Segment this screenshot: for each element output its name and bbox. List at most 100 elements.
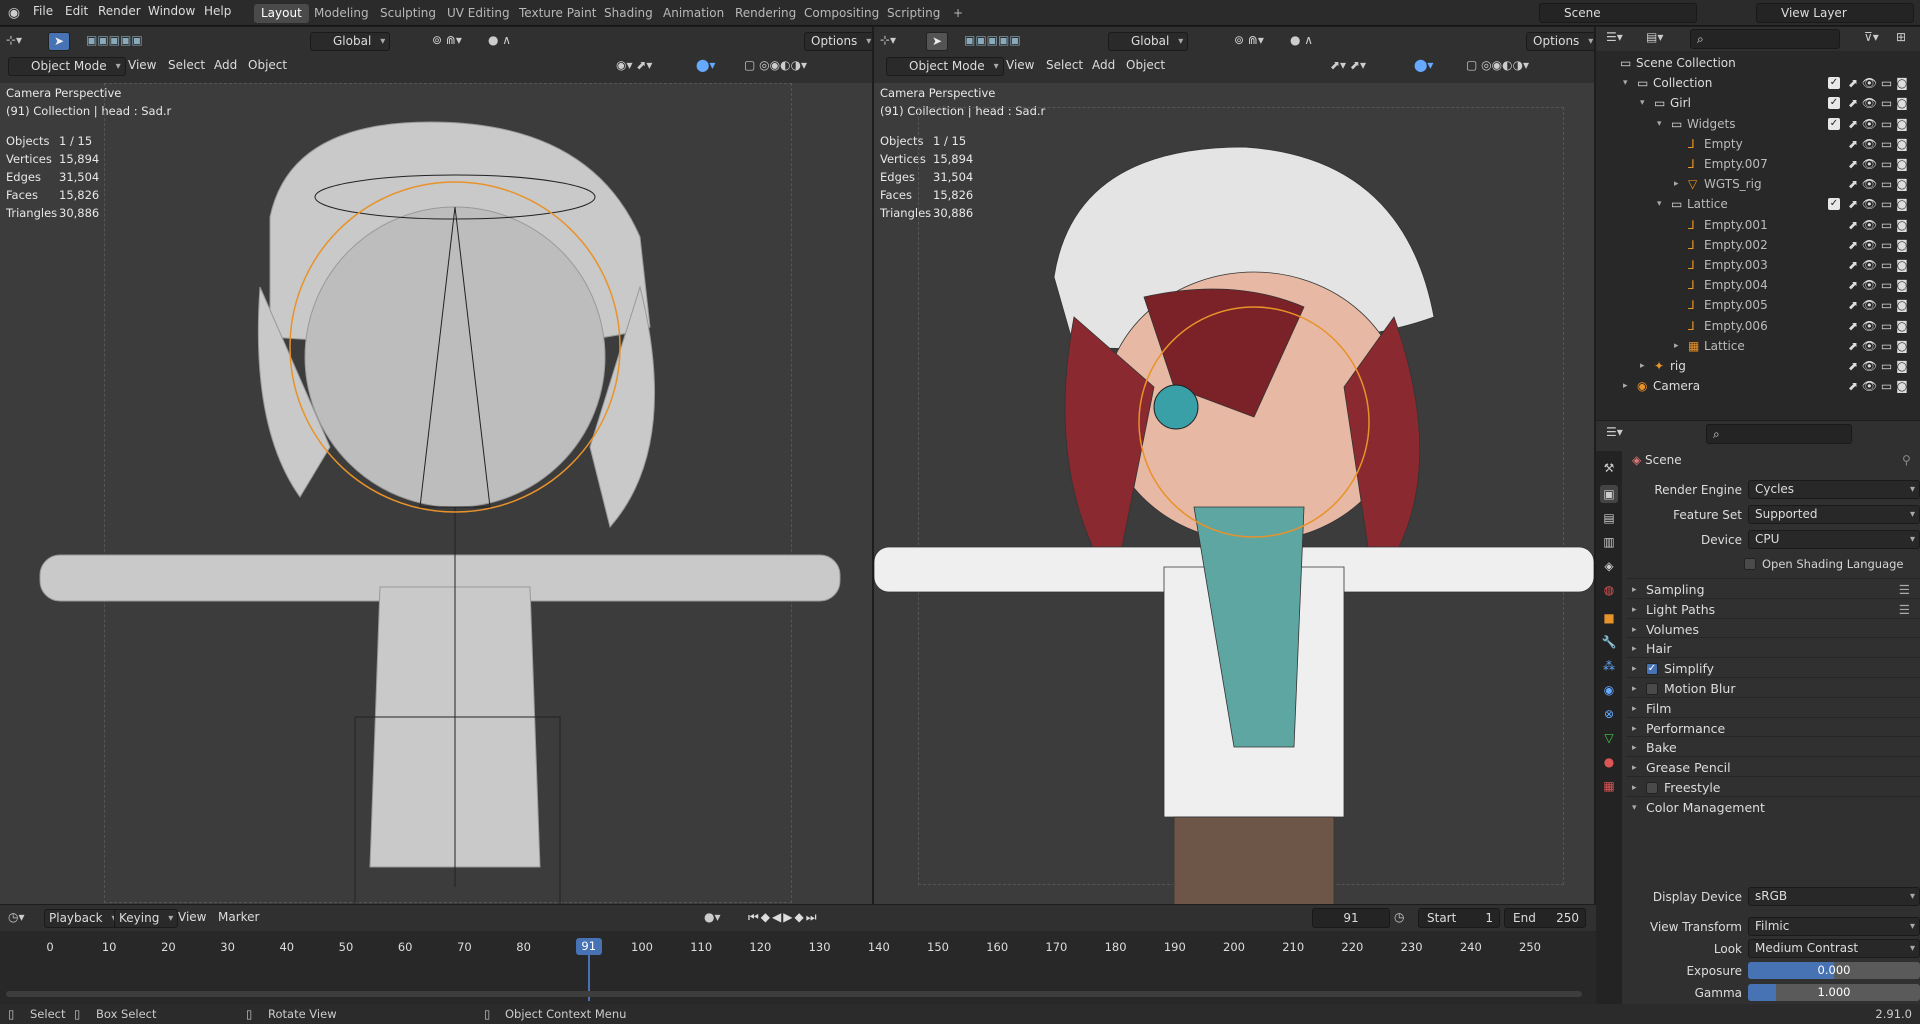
- visibility-toggles-icon[interactable]: ⬈ 👁 ▭ ◙: [1848, 114, 1908, 134]
- constraints-tab-icon[interactable]: ⊗: [1600, 705, 1618, 723]
- object-tab-icon[interactable]: ■: [1600, 609, 1618, 627]
- outliner-row[interactable]: ⅃ Empty.005 ⬈ 👁 ▭ ◙: [1596, 295, 1920, 315]
- tool-tab-icon[interactable]: ⚒: [1600, 459, 1618, 477]
- record-icon[interactable]: ●▾: [704, 909, 721, 928]
- outliner-item-name[interactable]: Empty: [1704, 134, 1743, 154]
- outliner-item-name[interactable]: Widgets: [1687, 114, 1736, 134]
- outliner-item-name[interactable]: Camera: [1653, 376, 1700, 396]
- current-frame-field[interactable]: 91: [1312, 908, 1390, 928]
- filter-icon[interactable]: ⊽▾: [1864, 30, 1879, 44]
- expand-down-icon[interactable]: ▾: [1623, 73, 1628, 93]
- world-tab-icon[interactable]: ◍: [1600, 581, 1618, 599]
- menu-view[interactable]: View: [178, 909, 206, 928]
- panel-enable-checkbox[interactable]: ✓: [1646, 663, 1658, 676]
- feature-set-dropdown[interactable]: Supported: [1748, 505, 1920, 524]
- tab-sculpting[interactable]: Sculpting: [373, 4, 443, 23]
- gamma-slider[interactable]: 1.000: [1748, 984, 1920, 1001]
- outliner-item-name[interactable]: Empty.002: [1704, 235, 1768, 255]
- visibility-toggles-icon[interactable]: ⬈ 👁 ▭ ◙: [1848, 174, 1908, 194]
- scene-selector[interactable]: Scene: [1539, 3, 1697, 23]
- panel-grease-pencil[interactable]: ▸ Grease Pencil: [1626, 756, 1920, 778]
- outliner-row[interactable]: ▭ Scene Collection: [1596, 53, 1920, 73]
- display-device-dropdown[interactable]: sRGB: [1748, 887, 1920, 906]
- outliner-row[interactable]: ⅃ Empty.004 ⬈ 👁 ▭ ◙: [1596, 275, 1920, 295]
- visibility-toggles-icon[interactable]: ⬈ 👁 ▭ ◙: [1848, 336, 1908, 356]
- playback-dropdown[interactable]: Playback: [44, 909, 122, 928]
- outliner-item-name[interactable]: WGTS_rig: [1704, 174, 1762, 194]
- exposure-slider[interactable]: 0.000: [1748, 962, 1920, 979]
- view-transform-dropdown[interactable]: Filmic: [1748, 917, 1920, 936]
- data-tab-icon[interactable]: ▽: [1600, 729, 1618, 747]
- panel-enable-checkbox[interactable]: [1646, 683, 1658, 695]
- panel-bake[interactable]: ▸ Bake: [1626, 736, 1920, 758]
- outliner-row[interactable]: ⅃ Empty ⬈ 👁 ▭ ◙: [1596, 134, 1920, 154]
- outliner-row[interactable]: ▾ ▭ Collection ✓ ⬈ 👁 ▭ ◙: [1596, 73, 1920, 93]
- outliner-item-name[interactable]: Empty.007: [1704, 154, 1768, 174]
- start-frame-field[interactable]: Start 1: [1418, 908, 1500, 928]
- panel-volumes[interactable]: ▸ Volumes: [1626, 617, 1920, 640]
- expand-down-icon[interactable]: ▾: [1640, 93, 1645, 113]
- outliner-item-name[interactable]: rig: [1670, 356, 1686, 376]
- exclude-checkbox[interactable]: ✓: [1828, 198, 1840, 211]
- blender-logo-icon[interactable]: ◉: [4, 3, 24, 23]
- editor-type-icon[interactable]: ◷▾: [8, 909, 25, 928]
- visibility-toggles-icon[interactable]: ⬈ 👁 ▭ ◙: [1848, 376, 1908, 396]
- outliner-row[interactable]: ⅃ Empty.006 ⬈ 👁 ▭ ◙: [1596, 316, 1920, 336]
- expand-right-icon[interactable]: ▸: [1640, 356, 1645, 376]
- outliner-item-name[interactable]: Empty.006: [1704, 316, 1768, 336]
- outliner-row[interactable]: ▾ ▭ Girl ✓ ⬈ 👁 ▭ ◙: [1596, 93, 1920, 113]
- viewport-left[interactable]: ⊹▾ ➤ ▣▣▣▣▣ Global ⊚ ⋒▾ ● ∧ Options Objec…: [0, 27, 872, 904]
- menu-file[interactable]: File: [33, 4, 53, 18]
- osl-checkbox[interactable]: [1744, 558, 1756, 570]
- panel-motion-blur[interactable]: ▸ Motion Blur: [1626, 677, 1920, 699]
- outliner-item-name[interactable]: Empty.001: [1704, 215, 1768, 235]
- outliner-row[interactable]: ▸ ▽ WGTS_rig ⬈ 👁 ▭ ◙: [1596, 174, 1920, 194]
- panel-hair[interactable]: ▸ Hair: [1626, 637, 1920, 659]
- outliner-item-name[interactable]: Lattice: [1704, 336, 1745, 356]
- physics-tab-icon[interactable]: ◉: [1600, 681, 1618, 699]
- visibility-toggles-icon[interactable]: ⬈ 👁 ▭ ◙: [1848, 154, 1908, 174]
- particles-tab-icon[interactable]: ⁂: [1600, 657, 1618, 675]
- preview-range-icon[interactable]: ◷: [1394, 909, 1404, 928]
- menu-render[interactable]: Render: [98, 4, 141, 18]
- viewport-right[interactable]: ⊹▾ ➤ ▣▣▣▣▣ Global ⊚ ⋒▾ ● ∧ Options Objec…: [874, 27, 1594, 904]
- tab-scripting[interactable]: Scripting: [880, 4, 947, 23]
- panel-light-paths[interactable]: ▸ Light Paths ☰: [1626, 597, 1920, 620]
- exclude-checkbox[interactable]: ✓: [1828, 117, 1840, 130]
- visibility-toggles-icon[interactable]: ⬈ 👁 ▭ ◙: [1848, 93, 1908, 113]
- editor-type-icon[interactable]: ☰▾: [1606, 425, 1623, 439]
- render-engine-dropdown[interactable]: Cycles: [1748, 480, 1920, 499]
- outliner-row[interactable]: ⅃ Empty.002 ⬈ 👁 ▭ ◙: [1596, 235, 1920, 255]
- visibility-toggles-icon[interactable]: ⬈ 👁 ▭ ◙: [1848, 356, 1908, 376]
- panel-enable-checkbox[interactable]: [1646, 782, 1658, 794]
- outliner-row[interactable]: ▸ ✦ rig ⬈ 👁 ▭ ◙: [1596, 356, 1920, 376]
- editor-type-icon[interactable]: ☰▾: [1606, 30, 1623, 44]
- outliner-item-name[interactable]: Scene Collection: [1636, 53, 1736, 73]
- tab-shading[interactable]: Shading: [597, 4, 660, 23]
- device-dropdown[interactable]: CPU: [1748, 530, 1920, 549]
- view-layer-selector[interactable]: View Layer: [1756, 3, 1914, 23]
- outliner-row[interactable]: ▾ ▭ Lattice ✓ ⬈ 👁 ▭ ◙: [1596, 194, 1920, 214]
- playhead-badge[interactable]: 91: [575, 938, 602, 955]
- outliner-row[interactable]: ▾ ▭ Widgets ✓ ⬈ 👁 ▭ ◙: [1596, 114, 1920, 134]
- panel-film[interactable]: ▸ Film: [1626, 696, 1920, 719]
- outliner-item-name[interactable]: Girl: [1670, 93, 1691, 113]
- new-collection-icon[interactable]: ⊞: [1896, 30, 1906, 44]
- keying-dropdown[interactable]: Keying: [114, 909, 179, 928]
- tab-animation[interactable]: Animation: [656, 4, 731, 23]
- outliner-row[interactable]: ▸ ◉ Camera ⬈ 👁 ▭ ◙: [1596, 376, 1920, 396]
- menu-edit[interactable]: Edit: [65, 4, 88, 18]
- playback-controls-icon[interactable]: ⏮◆◀▶◆⏭: [748, 909, 819, 928]
- exclude-checkbox[interactable]: ✓: [1828, 77, 1840, 90]
- menu-window[interactable]: Window: [148, 4, 195, 18]
- output-tab-icon[interactable]: ▤: [1600, 509, 1618, 527]
- outliner-item-name[interactable]: Empty.004: [1704, 275, 1768, 295]
- osl-row[interactable]: Open Shading Language: [1632, 553, 1920, 575]
- panel-sampling[interactable]: ▸ Sampling ☰: [1626, 578, 1920, 600]
- visibility-toggles-icon[interactable]: ⬈ 👁 ▭ ◙: [1848, 275, 1908, 295]
- display-mode-icon[interactable]: ▤▾: [1646, 30, 1663, 44]
- menu-help[interactable]: Help: [204, 4, 231, 18]
- tab-uv-editing[interactable]: UV Editing: [440, 4, 517, 23]
- scene-tab-icon[interactable]: ◈: [1600, 557, 1618, 575]
- visibility-toggles-icon[interactable]: ⬈ 👁 ▭ ◙: [1848, 316, 1908, 336]
